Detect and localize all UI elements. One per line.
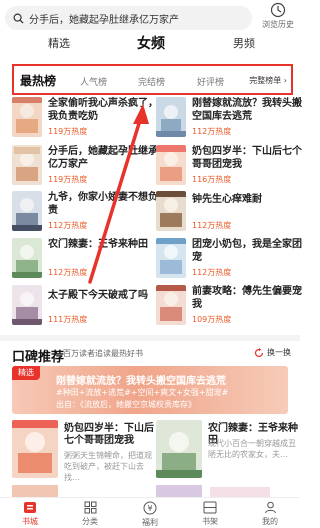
nav-label: 我的 <box>262 517 278 526</box>
section-divider <box>0 335 300 341</box>
nav-label: 书架 <box>202 517 218 526</box>
banner-description: 出自：《流放后，她搬空京城权贵库存》 <box>56 400 196 409</box>
bottom-nav: 书城 分类 ¥ 福利 书架 我的 <box>0 497 300 528</box>
recommend-book-title: 奶包四岁半：下山后七个哥哥团宠我 <box>64 423 154 446</box>
recommend-book-cover <box>12 420 58 478</box>
nav-category[interactable]: 分类 <box>70 501 110 527</box>
nav-label: 分类 <box>82 517 98 526</box>
nav-label: 书城 <box>22 517 38 526</box>
nav-bookstore[interactable]: 书城 <box>10 501 50 527</box>
category-grid-icon <box>84 501 96 514</box>
svg-text:¥: ¥ <box>147 504 152 513</box>
refresh-label: 换一换 <box>267 348 291 357</box>
featured-banner[interactable]: 精选 刚替嫁就流放？我转头搬空国库去逃荒 #种田+流放+逃荒#+空间+爽文+女强… <box>12 366 288 414</box>
refresh-button[interactable]: 换一换 <box>254 347 291 358</box>
yen-coin-icon: ¥ <box>143 501 157 515</box>
nav-label: 福利 <box>142 518 158 527</box>
bookshelf-icon <box>203 501 217 514</box>
featured-badge: 精选 <box>12 366 40 380</box>
nav-profile[interactable]: 我的 <box>250 501 290 527</box>
recommend-subtitle: 百万读者追读最热好书 <box>63 349 143 358</box>
bookstore-icon <box>24 502 36 513</box>
refresh-icon <box>254 347 264 357</box>
recommend-book-desc: 现代小百合一朝穿越成丑陋无比的农家女，夫... <box>208 439 296 459</box>
recommend-title: 口碑推荐 <box>12 350 65 365</box>
banner-title: 刚替嫁就流放？我转头搬空国库去逃荒 <box>56 376 226 387</box>
nav-welfare[interactable]: ¥ 福利 <box>130 501 170 528</box>
banner-tags: #种田+流放+逃荒#+空间+爽文+女强+甜宠# <box>56 388 229 397</box>
nav-bookshelf[interactable]: 书架 <box>190 501 230 527</box>
profile-icon <box>264 501 276 514</box>
recommend-book-cover <box>156 420 202 478</box>
recommend-book-desc: 粥粥天生锦鲤命，把道观吃到破产，被赶下山去找... <box>64 451 152 482</box>
